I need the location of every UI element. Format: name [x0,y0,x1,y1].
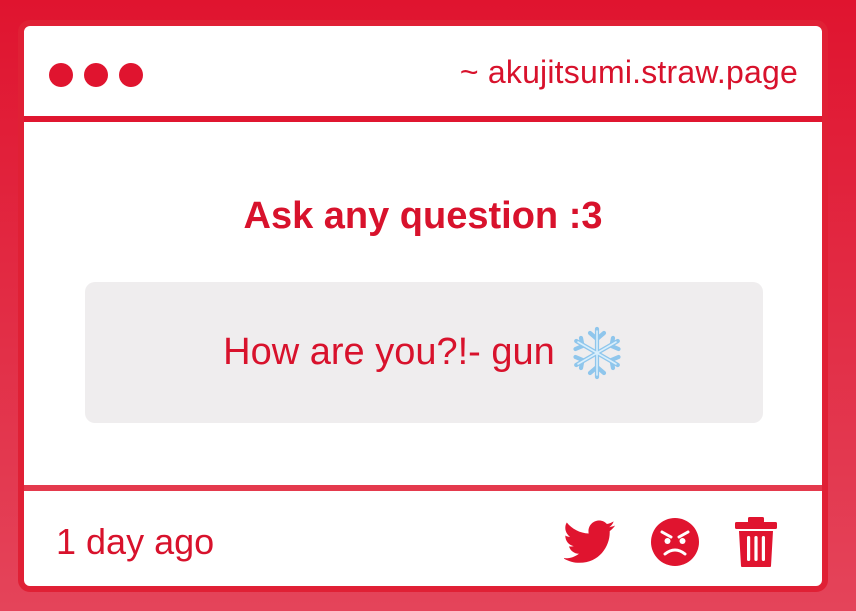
timestamp: 1 day ago [56,521,215,562]
snowflake-icon [573,326,621,379]
question-card: ~ akujitsumi.straw.page Ask any question… [18,20,828,592]
question-box: How are you?!- gun [85,282,763,423]
window-titlebar: ~ akujitsumi.straw.page [24,26,822,122]
question-text: How are you?!- gun [223,331,555,373]
action-buttons [564,516,778,568]
window-dots [49,63,143,87]
angry-face-icon[interactable] [650,517,700,567]
window-dot [84,63,108,87]
card-footer: 1 day ago [24,485,822,586]
trash-icon[interactable] [734,516,778,568]
page-title: Ask any question :3 [243,195,603,237]
window-dot [119,63,143,87]
window-dot [49,63,73,87]
twitter-icon[interactable] [564,520,616,564]
page-url[interactable]: ~ akujitsumi.straw.page [460,54,798,91]
question-row: How are you?!- gun [223,325,625,381]
